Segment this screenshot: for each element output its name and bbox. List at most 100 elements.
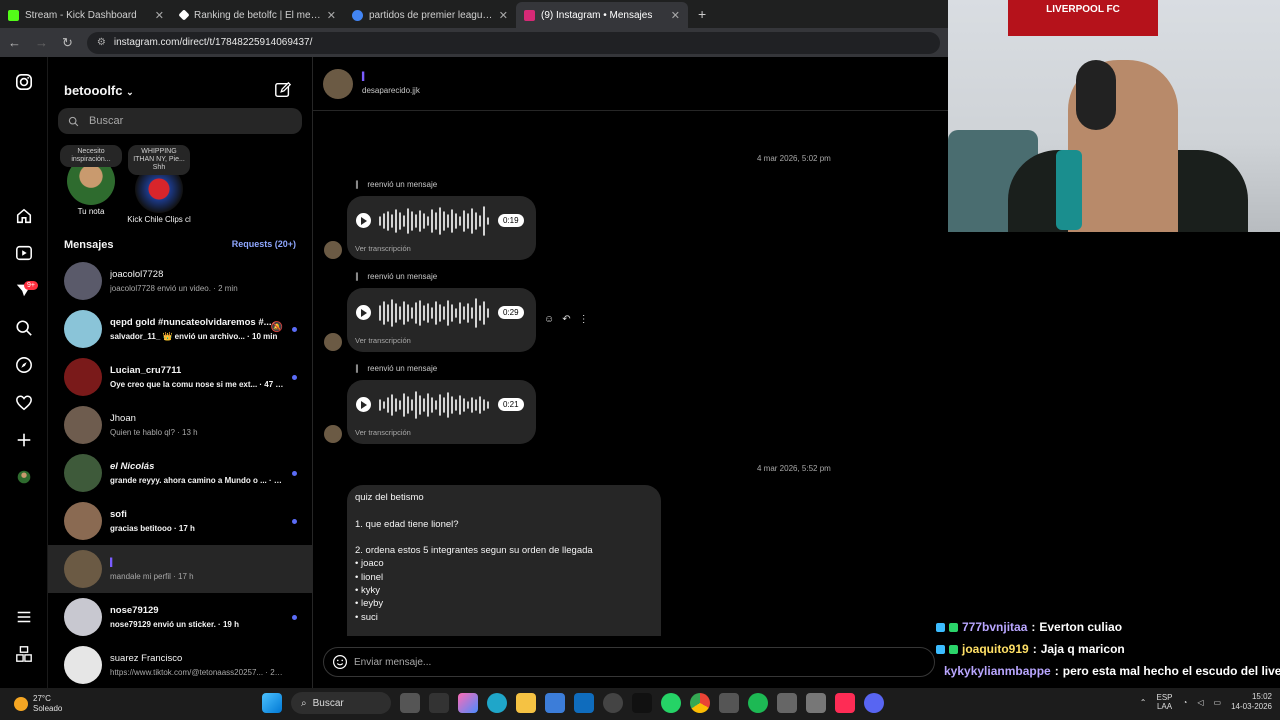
unread-dot xyxy=(292,471,297,476)
conversation-item[interactable]: nose79129 nose79129 envió un sticker. · 1… xyxy=(48,593,313,641)
obs-icon[interactable] xyxy=(603,693,623,713)
more-options-icon[interactable]: ⋮ xyxy=(579,314,589,325)
file-explorer-icon[interactable] xyxy=(516,693,536,713)
requests-link[interactable]: Requests (20+) xyxy=(232,239,296,249)
compose-icon[interactable] xyxy=(274,81,292,99)
back-icon[interactable]: ← xyxy=(8,35,21,50)
account-switcher[interactable]: betooolfc ⌄ xyxy=(64,83,134,98)
discord-icon[interactable] xyxy=(864,693,884,713)
clock-time: 15:02 xyxy=(1251,692,1272,701)
search-icon xyxy=(68,116,79,126)
app-icon[interactable] xyxy=(777,693,797,713)
view-transcript-link[interactable]: Ver transcripción xyxy=(355,336,411,345)
clock[interactable]: 15:02 14-03-2026 xyxy=(1231,692,1272,712)
conversation-name: joacolol7728 xyxy=(110,269,164,280)
browser-tab-bar: Stream - Kick Dashboard ✕ Ranking de bet… xyxy=(0,0,948,28)
close-icon[interactable]: ✕ xyxy=(671,9,680,22)
reels-icon[interactable] xyxy=(14,244,34,264)
site-info-icon[interactable]: ⚙ xyxy=(97,37,106,48)
instagram-logo-icon[interactable] xyxy=(14,73,34,93)
address-bar: ← → ↻ ⚙ instagram.com/direct/t/178482259… xyxy=(0,28,948,57)
system-tray: ⌃ ESP LAA ◔ ◁ ▭ 15:02 14-03-2026 xyxy=(1140,692,1272,712)
tab-ranking[interactable]: Ranking de betolfc | El mejor sc ✕ xyxy=(172,2,344,28)
clock-date: 14-03-2026 xyxy=(1231,702,1272,711)
wifi-icon[interactable]: ◔ xyxy=(1183,698,1188,707)
conversation-item-selected[interactable]: ▍ mandale mi perfil · 17 h xyxy=(48,545,313,593)
store-icon[interactable] xyxy=(545,693,565,713)
chat-message: pero esta mal hecho el escudo del live xyxy=(1062,664,1280,678)
forward-icon[interactable]: → xyxy=(35,35,48,50)
conversation-item[interactable]: el Nicolás grande reyyy. ahora camino a M… xyxy=(48,449,313,497)
explore-icon[interactable] xyxy=(14,356,34,376)
weather-widget[interactable]: 27°C Soleado xyxy=(0,694,80,714)
conversation-item[interactable]: qepd gold #nuncateolvidaremos #... salvad… xyxy=(48,305,313,353)
message-actions: ☺ ↶ ⋮ xyxy=(544,314,589,325)
battery-icon[interactable]: ▭ xyxy=(1214,698,1222,707)
tiktok-live-icon[interactable] xyxy=(835,693,855,713)
search-field[interactable]: Buscar xyxy=(58,108,302,134)
close-icon[interactable]: ✕ xyxy=(155,9,164,22)
badge-icon xyxy=(936,622,945,632)
avatar xyxy=(64,454,102,492)
reply-icon[interactable]: ↶ xyxy=(562,314,570,325)
webcam-overlay: LIVERPOOL FC xyxy=(948,0,1280,232)
view-transcript-link[interactable]: Ver transcripción xyxy=(355,244,411,253)
search-placeholder: Buscar xyxy=(89,115,124,127)
play-icon[interactable] xyxy=(356,213,371,228)
app-icon[interactable] xyxy=(806,693,826,713)
conversation-item[interactable]: sofi gracias betitooo · 17 h xyxy=(48,497,313,545)
volume-icon[interactable]: ◁ xyxy=(1197,698,1203,707)
tab-kick-dashboard[interactable]: Stream - Kick Dashboard ✕ xyxy=(0,2,172,28)
taskbar-search[interactable]: ⌕ Buscar xyxy=(291,692,391,714)
username-label: betooolfc xyxy=(64,83,123,98)
tab-google[interactable]: partidos de premier league - B ✕ xyxy=(344,2,516,28)
spotify-icon[interactable] xyxy=(748,693,768,713)
inbox-panel: betooolfc ⌄ Buscar Necesito inspiración.… xyxy=(48,57,313,688)
conversation-item[interactable]: joacolol7728 joacolol7728 envió un video.… xyxy=(48,257,313,305)
instagram-icon xyxy=(524,9,535,21)
conversation-item[interactable]: Lucian_cru7711 Oye creo que la comu nose … xyxy=(48,353,313,401)
play-icon[interactable] xyxy=(356,397,371,412)
reload-icon[interactable]: ↻ xyxy=(62,35,73,51)
create-icon[interactable] xyxy=(14,431,34,451)
chat-header[interactable]: ▍ desaparecido.jjk xyxy=(313,57,948,111)
conversation-name: nose79129 xyxy=(110,605,159,616)
heart-icon[interactable] xyxy=(14,394,34,414)
tab-instagram[interactable]: (9) Instagram • Mensajes ✕ xyxy=(516,2,688,28)
chrome-icon[interactable] xyxy=(690,693,710,713)
whatsapp-icon[interactable] xyxy=(661,693,681,713)
task-view-icon[interactable] xyxy=(400,693,420,713)
note-caption: Kick Chile Clips cl xyxy=(127,215,191,224)
copilot-icon[interactable] xyxy=(458,693,478,713)
close-icon[interactable]: ✕ xyxy=(499,9,508,22)
outlook-icon[interactable] xyxy=(574,693,594,713)
note-bubble: Necesito inspiración... xyxy=(60,145,122,167)
apps-icon[interactable] xyxy=(14,645,34,665)
url-field[interactable]: ⚙ instagram.com/direct/t/178482259140694… xyxy=(86,31,940,54)
tab-title: Stream - Kick Dashboard xyxy=(25,9,137,21)
close-icon[interactable]: ✕ xyxy=(327,9,336,22)
emoji-icon[interactable] xyxy=(332,654,348,670)
message-composer[interactable]: Enviar mensaje... xyxy=(323,647,935,677)
text-message: quiz del betismo 1. que edad tiene lione… xyxy=(347,485,661,636)
windows-start-icon[interactable] xyxy=(262,693,282,713)
note-kick-chile[interactable]: WHIPPING ITHAN NY, Pie... Shh Kick Chile… xyxy=(125,145,193,224)
new-tab-icon[interactable]: + xyxy=(688,6,716,28)
edge-icon[interactable] xyxy=(487,693,507,713)
avatar xyxy=(64,406,102,444)
emoji-react-icon[interactable]: ☺ xyxy=(544,314,554,325)
home-icon[interactable] xyxy=(14,207,34,227)
search-icon[interactable] xyxy=(14,319,34,339)
menu-icon[interactable] xyxy=(14,608,34,628)
app-icon[interactable] xyxy=(719,693,739,713)
play-icon[interactable] xyxy=(356,305,371,320)
chevron-up-icon[interactable]: ⌃ xyxy=(1140,698,1147,707)
note-own[interactable]: Necesito inspiración... Tu nota xyxy=(57,145,125,216)
view-transcript-link[interactable]: Ver transcripción xyxy=(355,428,411,437)
app-icon[interactable] xyxy=(429,693,449,713)
profile-avatar-icon[interactable] xyxy=(14,468,34,488)
tiktok-icon[interactable] xyxy=(632,693,652,713)
conversation-item[interactable]: suarez Francisco https://www.tiktok.com/@… xyxy=(48,641,313,689)
conversation-item[interactable]: Jhoan Quien te hablo ql? · 13 h xyxy=(48,401,313,449)
language-indicator[interactable]: ESP LAA xyxy=(1157,693,1173,711)
